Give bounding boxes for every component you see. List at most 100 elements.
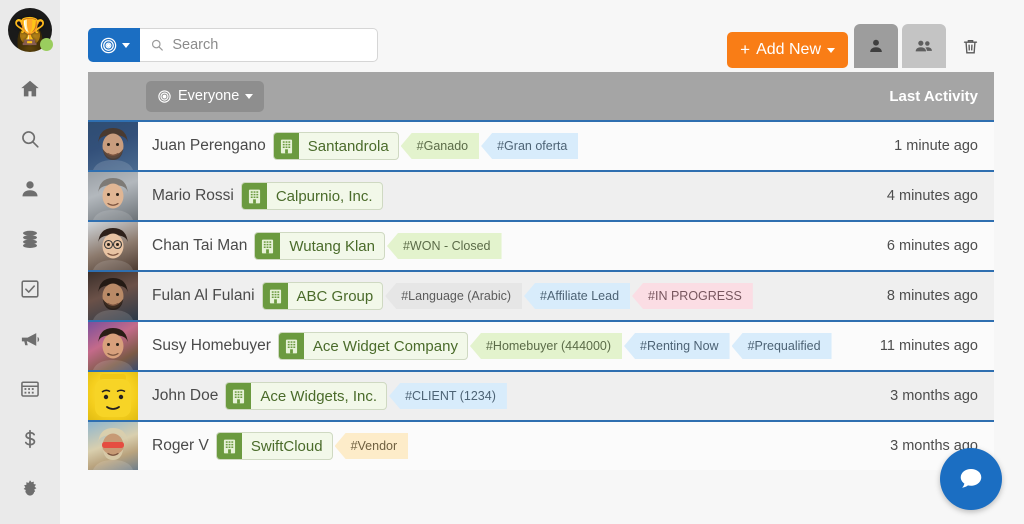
user-avatar[interactable]: 🏆	[8, 8, 52, 52]
search-icon	[150, 37, 164, 53]
building-icon	[242, 183, 267, 209]
last-activity-cell: 1 minute ago	[844, 122, 994, 170]
row-body: Fulan Al Fulani ABC Group #Langua	[138, 272, 844, 320]
contact-tag[interactable]: #Prequalified	[732, 333, 832, 359]
contact-tag[interactable]: #IN PROGRESS	[632, 283, 753, 309]
add-new-button[interactable]: + Add New	[727, 32, 848, 68]
company-badge[interactable]: Ace Widget Company	[278, 332, 468, 360]
avatar[interactable]	[88, 222, 138, 270]
building-icon	[255, 233, 280, 259]
last-activity-cell: 3 months ago	[844, 372, 994, 420]
last-activity-time: 4 minutes ago	[887, 188, 978, 204]
megaphone-icon	[19, 328, 42, 351]
sidebar-item-tasks[interactable]	[0, 264, 60, 314]
chat-button[interactable]	[940, 448, 1002, 510]
contact-tag[interactable]: #Ganado	[401, 133, 479, 159]
last-activity-cell: 6 minutes ago	[844, 222, 994, 270]
contact-list: Juan Perengano Santandrola #Ganad	[88, 120, 994, 470]
last-activity-time: 8 minutes ago	[887, 288, 978, 304]
contact-tag[interactable]: #Gran oferta	[481, 133, 578, 159]
target-filter-button[interactable]	[88, 28, 140, 62]
company-badge[interactable]: Calpurnio, Inc.	[241, 182, 383, 210]
main-content: + Add New	[60, 0, 1024, 524]
avatar[interactable]	[88, 422, 138, 470]
company-name: Ace Widgets, Inc.	[251, 383, 386, 409]
last-activity-cell: 8 minutes ago	[844, 272, 994, 320]
sidebar-item-contacts[interactable]	[0, 164, 60, 214]
table-row[interactable]: Juan Perengano Santandrola #Ganad	[88, 120, 994, 170]
table-row[interactable]: Roger V SwiftCloud #Vendor	[88, 420, 994, 470]
contact-tag[interactable]: #Renting Now	[624, 333, 730, 359]
sidebar-item-search[interactable]	[0, 114, 60, 164]
avatar[interactable]	[88, 172, 138, 220]
building-icon	[226, 383, 251, 409]
search-input[interactable]	[172, 37, 367, 53]
table-row[interactable]: Mario Rossi Calpurnio, Inc.	[88, 170, 994, 220]
building-icon	[263, 283, 288, 309]
column-header-last-activity[interactable]: Last Activity	[889, 88, 978, 105]
company-name: Ace Widget Company	[304, 333, 467, 359]
row-body: Juan Perengano Santandrola #Ganad	[138, 122, 844, 170]
building-icon	[274, 133, 299, 159]
toolbar-actions: + Add New	[727, 24, 994, 68]
last-activity-time: 6 minutes ago	[887, 238, 978, 254]
contact-name[interactable]: Fulan Al Fulani	[152, 287, 255, 305]
app-root: 🏆	[0, 0, 1024, 524]
company-name: Santandrola	[299, 133, 398, 159]
contact-name[interactable]: Susy Homebuyer	[152, 337, 271, 355]
sidebar-item-data[interactable]	[0, 214, 60, 264]
avatar-image	[88, 422, 138, 470]
people-icon	[914, 36, 934, 56]
everyone-filter-button[interactable]: Everyone	[146, 81, 264, 112]
last-activity-time: 11 minutes ago	[880, 338, 978, 354]
company-badge[interactable]: SwiftCloud	[216, 432, 333, 460]
online-status-dot	[40, 38, 53, 51]
company-badge[interactable]: ABC Group	[262, 282, 384, 310]
company-badge[interactable]: Ace Widgets, Inc.	[225, 382, 387, 410]
avatar-image	[88, 222, 138, 270]
everyone-label: Everyone	[178, 88, 239, 104]
contact-tag[interactable]: #WON - Closed	[387, 233, 502, 259]
last-activity-time: 1 minute ago	[894, 138, 978, 154]
gear-bug-icon	[19, 478, 41, 500]
avatar[interactable]	[88, 272, 138, 320]
contact-tag[interactable]: #Vendor	[335, 433, 409, 459]
contact-tag[interactable]: #Affiliate Lead	[524, 283, 630, 309]
company-name: Wutang Klan	[280, 233, 384, 259]
contact-name[interactable]: Juan Perengano	[152, 137, 266, 155]
table-row[interactable]: Chan Tai Man Wutang Klan #WON - C	[88, 220, 994, 270]
contact-tag[interactable]: #CLIENT (1234)	[389, 383, 507, 409]
delete-button[interactable]	[946, 24, 994, 68]
search-box[interactable]	[140, 28, 378, 62]
avatar[interactable]	[88, 122, 138, 170]
contact-tag[interactable]: #Homebuyer (444000)	[470, 333, 622, 359]
toolbar: + Add New	[88, 26, 994, 64]
person-icon	[19, 178, 41, 200]
sidebar-item-settings[interactable]	[0, 464, 60, 514]
sidebar-item-home[interactable]	[0, 64, 60, 114]
database-icon	[19, 228, 41, 250]
row-body: Susy Homebuyer Ace Widget Company	[138, 322, 844, 370]
company-badge[interactable]: Santandrola	[273, 132, 399, 160]
contact-tag[interactable]: #Language (Arabic)	[385, 283, 522, 309]
table-row[interactable]: John Doe Ace Widgets, Inc. #CLIEN	[88, 370, 994, 420]
sidebar-item-campaigns[interactable]	[0, 314, 60, 364]
contact-name[interactable]: Roger V	[152, 437, 209, 455]
chat-bubble-icon	[957, 465, 985, 493]
avatar[interactable]	[88, 372, 138, 420]
tab-groups[interactable]	[902, 24, 946, 68]
sidebar-item-billing[interactable]	[0, 414, 60, 464]
sidebar-item-calendar[interactable]	[0, 364, 60, 414]
contact-name[interactable]: John Doe	[152, 387, 218, 405]
chevron-down-icon	[122, 43, 130, 48]
table-row[interactable]: Susy Homebuyer Ace Widget Company	[88, 320, 994, 370]
tab-individuals[interactable]	[854, 24, 898, 68]
avatar[interactable]	[88, 322, 138, 370]
contact-name[interactable]: Chan Tai Man	[152, 237, 247, 255]
left-sidebar: 🏆	[0, 0, 60, 524]
contact-name[interactable]: Mario Rossi	[152, 187, 234, 205]
avatar-image	[88, 122, 138, 170]
company-badge[interactable]: Wutang Klan	[254, 232, 385, 260]
calendar-icon	[19, 378, 41, 400]
table-row[interactable]: Fulan Al Fulani ABC Group #Langua	[88, 270, 994, 320]
